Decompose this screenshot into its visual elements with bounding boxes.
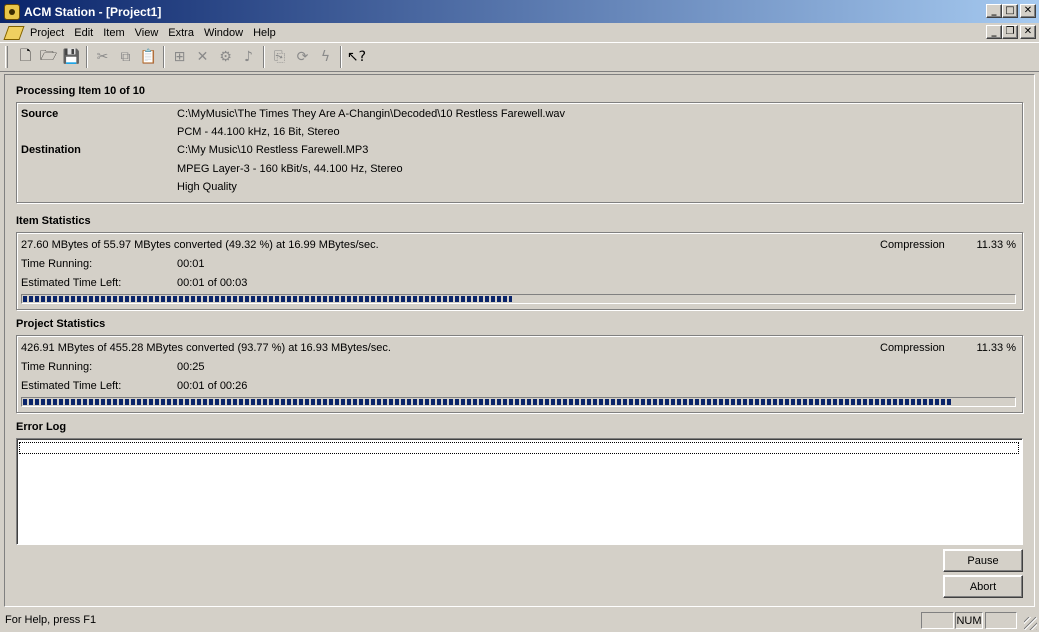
open-folder-icon: 🗁 <box>39 48 58 64</box>
mdi-minimize-button[interactable]: _ <box>986 25 1002 39</box>
status-pane-caps <box>921 612 954 629</box>
project-compression-label: Compression <box>880 342 945 354</box>
close-button[interactable]: ✕ <box>1020 4 1036 18</box>
caption-buttons: _ □ ✕ <box>986 4 1036 18</box>
item-time-running-label: Time Running: <box>21 258 93 270</box>
cut-button[interactable]: ✂ <box>91 46 114 68</box>
pause-button[interactable]: Pause <box>943 549 1023 572</box>
status-pane-scroll <box>985 612 1017 629</box>
source-label: Source <box>21 108 59 120</box>
processing-heading: Processing Item 10 of 10 <box>16 85 145 97</box>
new-file-icon: 🗋 <box>19 48 32 64</box>
mdi-restore-button[interactable]: ❐ <box>1002 25 1018 39</box>
open-folder-button[interactable]: 🗁 <box>37 46 60 68</box>
toolbar-grip[interactable] <box>5 46 8 68</box>
delete-button[interactable]: ✕ <box>191 46 214 68</box>
music-note-icon: ♪ <box>244 49 253 65</box>
menu-help[interactable]: Help <box>248 27 281 39</box>
toolbar: 🗋 🗁 💾 ✂ ⧉ 📋 ⊞ ✕ ⚙ ♪ ⎘ ⟳ ϟ ↖? <box>0 42 1039 72</box>
properties-button[interactable]: ⚙ <box>214 46 237 68</box>
context-help-button[interactable]: ↖? <box>345 46 368 68</box>
destination-label: Destination <box>21 144 81 156</box>
title-bar[interactable]: ACM Station - [Project1] _ □ ✕ <box>0 0 1039 23</box>
add-item-button[interactable]: ⊞ <box>168 46 191 68</box>
new-file-button[interactable]: 🗋 <box>14 46 37 68</box>
abort-button-label: Abort <box>969 580 997 593</box>
save-disk-button[interactable]: 💾 <box>60 46 83 68</box>
pause-button-label: Pause <box>967 554 999 567</box>
copy-icon: ⧉ <box>120 49 131 65</box>
project-stats-heading: Project Statistics <box>16 318 106 330</box>
convert-icon: ⟳ <box>296 49 309 65</box>
item-converted: 27.60 MBytes of 55.97 MBytes converted (… <box>21 239 379 251</box>
item-progress-bar <box>21 294 1016 304</box>
lightning-button[interactable]: ϟ <box>314 46 337 68</box>
paste-icon: 📋 <box>139 49 158 65</box>
menu-bar: Project Edit Item View Extra Window Help… <box>0 23 1039 42</box>
document-icon[interactable] <box>3 25 25 40</box>
status-pane-num: NUM <box>955 612 983 629</box>
error-log-heading: Error Log <box>16 421 67 433</box>
convert-button[interactable]: ⟳ <box>291 46 314 68</box>
delete-icon: ✕ <box>196 49 209 65</box>
project-eta: 00:01 of 00:26 <box>177 380 248 392</box>
copy-settings-icon: ⎘ <box>273 49 286 65</box>
item-compression-label: Compression <box>880 239 945 251</box>
music-note-button[interactable]: ♪ <box>237 46 260 68</box>
toolbar-separator <box>163 46 165 68</box>
menu-item[interactable]: Item <box>98 27 129 39</box>
item-eta: 00:01 of 00:03 <box>177 277 248 289</box>
lightning-icon: ϟ <box>320 49 331 65</box>
properties-icon: ⚙ <box>219 49 232 65</box>
menu-view[interactable]: View <box>130 27 164 39</box>
destination-quality: High Quality <box>177 181 237 193</box>
maximize-button[interactable]: □ <box>1002 4 1018 18</box>
add-item-icon: ⊞ <box>173 49 186 65</box>
menu-extra[interactable]: Extra <box>163 27 199 39</box>
project-time-running: 00:25 <box>177 361 205 373</box>
project-eta-label: Estimated Time Left: <box>21 380 122 392</box>
cut-icon: ✂ <box>96 49 109 65</box>
menu-window[interactable]: Window <box>199 27 248 39</box>
context-help-icon: ↖? <box>346 49 367 65</box>
copy-button[interactable]: ⧉ <box>114 46 137 68</box>
error-log-focus-row[interactable] <box>19 442 1019 454</box>
error-log-list[interactable] <box>16 438 1023 545</box>
copy-settings-button[interactable]: ⎘ <box>268 46 291 68</box>
window-title: ACM Station - [Project1] <box>24 4 162 19</box>
toolbar-separator <box>263 46 265 68</box>
project-time-running-label: Time Running: <box>21 361 93 373</box>
project-progress-bar <box>21 397 1016 407</box>
item-eta-label: Estimated Time Left: <box>21 277 122 289</box>
item-compression-value: 11.33 % <box>976 239 1016 251</box>
item-time-running: 00:01 <box>177 258 205 270</box>
project-compression-value: 11.33 % <box>976 342 1016 354</box>
menu-edit[interactable]: Edit <box>69 27 98 39</box>
mdi-buttons: _ ❐ ✕ <box>986 25 1036 39</box>
mdi-close-button[interactable]: ✕ <box>1020 25 1036 39</box>
project-progress-fill <box>23 399 953 405</box>
resize-grip[interactable] <box>1024 617 1037 630</box>
project-converted: 426.91 MBytes of 455.28 MBytes converted… <box>21 342 391 354</box>
minimize-button[interactable]: _ <box>986 4 1002 18</box>
source-format: PCM - 44.100 kHz, 16 Bit, Stereo <box>177 126 340 138</box>
status-message: For Help, press F1 <box>5 614 97 626</box>
paste-button[interactable]: 📋 <box>137 46 160 68</box>
destination-format: MPEG Layer-3 - 160 kBit/s, 44.100 Hz, St… <box>177 163 403 175</box>
toolbar-separator <box>340 46 342 68</box>
source-path: C:\MyMusic\The Times They Are A-Changin\… <box>177 108 566 120</box>
toolbar-separator <box>86 46 88 68</box>
menu-project[interactable]: Project <box>25 27 69 39</box>
destination-path: C:\My Music\10 Restless Farewell.MP3 <box>177 144 369 156</box>
app-icon[interactable] <box>4 3 20 20</box>
save-disk-icon: 💾 <box>62 49 81 65</box>
item-progress-fill <box>23 296 512 302</box>
status-bar: For Help, press F1 NUM <box>0 609 1039 632</box>
item-stats-heading: Item Statistics <box>16 215 91 227</box>
abort-button[interactable]: Abort <box>943 575 1023 598</box>
